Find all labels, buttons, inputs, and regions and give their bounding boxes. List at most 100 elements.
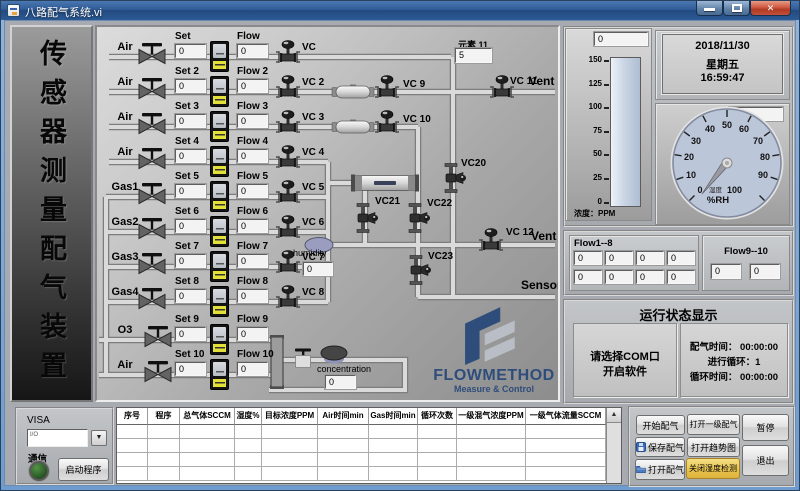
vc8-valve-icon[interactable] — [273, 283, 303, 310]
table-cell[interactable] — [457, 467, 526, 481]
set-input[interactable]: 0 — [175, 254, 206, 268]
table-cell[interactable] — [180, 467, 235, 481]
set-input[interactable]: 0 — [175, 184, 206, 198]
set-input[interactable]: 0 — [175, 149, 206, 163]
vc5-valve-icon[interactable] — [273, 178, 303, 205]
manual-valve-icon — [135, 75, 169, 101]
save-mix-button[interactable]: 保存配气 — [635, 437, 685, 457]
status-message-line2: 开启软件 — [574, 363, 676, 379]
visa-resource-combo[interactable]: I/O — [27, 429, 88, 447]
flow-label: Flow — [237, 31, 260, 42]
table-cell[interactable] — [180, 425, 235, 439]
open-level1-mix-button[interactable]: 打开一级配气 — [687, 414, 740, 435]
table-cell[interactable] — [369, 439, 418, 453]
exit-button[interactable]: 退出 — [742, 445, 789, 476]
table-cell[interactable] — [148, 453, 180, 467]
set-input[interactable]: 0 — [175, 44, 206, 58]
set-input[interactable]: 0 — [175, 219, 206, 233]
table-cell[interactable] — [369, 453, 418, 467]
table-cell[interactable] — [418, 467, 457, 481]
visa-dropdown-button[interactable]: ▼ — [91, 430, 107, 446]
mixer-icon — [351, 172, 419, 194]
vc6-valve-icon[interactable] — [273, 213, 303, 240]
table-cell[interactable] — [262, 453, 318, 467]
status-title: 运行状态显示 — [565, 305, 792, 324]
mfc-icon — [210, 111, 229, 142]
manual-valve-icon — [135, 145, 169, 171]
table-scrollbar[interactable]: ▲ — [606, 408, 621, 483]
table-cell[interactable] — [318, 439, 369, 453]
table-cell[interactable] — [457, 425, 526, 439]
flow-output: 0 — [237, 184, 268, 198]
table-cell[interactable] — [418, 453, 457, 467]
table-cell[interactable] — [117, 425, 148, 439]
table-cell[interactable] — [318, 467, 369, 481]
save-mix-label: 保存配气 — [648, 441, 684, 454]
vc2-valve-icon[interactable] — [273, 73, 303, 100]
table-cell[interactable] — [369, 425, 418, 439]
vc3-valve-icon[interactable] — [273, 108, 303, 135]
start-mix-button[interactable]: 开始配气 — [636, 415, 685, 435]
table-cell[interactable] — [148, 467, 180, 481]
tank-tick: 150 — [568, 55, 602, 64]
table-cell[interactable] — [526, 425, 606, 439]
set-input[interactable]: 0 — [175, 362, 206, 376]
window-title: 八路配气系统.vi — [25, 4, 102, 20]
humidity-gauge-panel: 0 0 10 20 30 40 50 60 70 — [655, 103, 790, 225]
table-cell[interactable] — [457, 439, 526, 453]
humidity-label: humidity — [293, 248, 327, 258]
vc1-valve-icon[interactable] — [273, 38, 303, 65]
table-cell[interactable] — [117, 453, 148, 467]
close-humidity-detect-button[interactable]: 关闭湿度检测 — [686, 458, 740, 479]
element11-input[interactable]: 5 — [455, 48, 492, 63]
open-trend-button[interactable]: 打开趋势图 — [687, 437, 740, 457]
vc9-valve-icon[interactable] — [372, 73, 402, 100]
sample-manifold — [271, 337, 283, 387]
table-cell[interactable] — [235, 439, 262, 453]
table-cell[interactable] — [318, 425, 369, 439]
set-input[interactable]: 0 — [175, 327, 206, 341]
gauge-tick: 50 — [722, 120, 732, 130]
vc5-label: VC 5 — [302, 182, 324, 193]
table-cell[interactable] — [235, 425, 262, 439]
table-cell[interactable] — [148, 439, 180, 453]
table-cell[interactable] — [180, 439, 235, 453]
set-input[interactable]: 0 — [175, 79, 206, 93]
table-cell[interactable] — [526, 439, 606, 453]
table-cell[interactable] — [418, 439, 457, 453]
open-mix-button[interactable]: 打开配气 — [635, 459, 685, 480]
vc4-valve-icon[interactable] — [273, 143, 303, 170]
vc10-valve-icon[interactable] — [372, 108, 402, 135]
concentration-label: concentration — [317, 364, 371, 374]
minimize-button[interactable] — [696, 1, 723, 16]
start-program-button[interactable]: 启动程序 — [58, 458, 109, 481]
table-cell[interactable] — [369, 467, 418, 481]
flow18-value: 0 — [636, 270, 664, 284]
clock-display: 2018/11/30 星期五 16:59:47 — [662, 34, 783, 94]
table-header: 目标浓度PPM — [262, 408, 318, 425]
tank-tick: 100 — [568, 102, 602, 111]
table-cell[interactable] — [262, 425, 318, 439]
table-cell[interactable] — [117, 439, 148, 453]
set-input[interactable]: 0 — [175, 114, 206, 128]
flow18-value: 0 — [605, 251, 633, 265]
table-cell[interactable] — [418, 425, 457, 439]
table-cell[interactable] — [235, 453, 262, 467]
close-button[interactable]: ✕ — [750, 1, 791, 16]
table-cell[interactable] — [526, 453, 606, 467]
table-cell[interactable] — [262, 467, 318, 481]
pause-button[interactable]: 暂停 — [742, 414, 789, 441]
set-input[interactable]: 0 — [175, 289, 206, 303]
table-cell[interactable] — [148, 425, 180, 439]
maximize-button[interactable] — [723, 1, 750, 16]
table-cell[interactable] — [318, 453, 369, 467]
table-cell[interactable] — [235, 467, 262, 481]
flow18-value: 0 — [636, 251, 664, 265]
table-cell[interactable] — [180, 453, 235, 467]
table-cell[interactable] — [457, 453, 526, 467]
scroll-up-button[interactable]: ▲ — [607, 408, 621, 423]
table-cell[interactable] — [262, 439, 318, 453]
table-cell[interactable] — [526, 467, 606, 481]
table-cell[interactable] — [117, 467, 148, 481]
vc12-valve-icon[interactable] — [476, 226, 506, 253]
